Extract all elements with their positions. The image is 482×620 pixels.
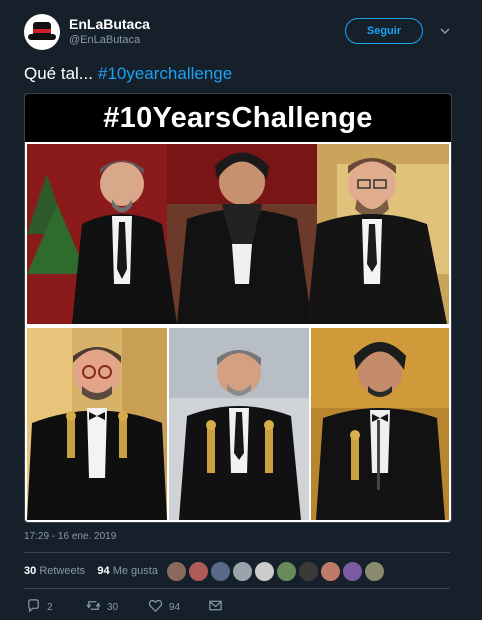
tweet-stats: 30 Retweets 94 Me gusta: [24, 565, 158, 577]
avatar[interactable]: [24, 14, 60, 50]
reply-icon: [26, 598, 41, 616]
tweet-timestamp[interactable]: 17:29 - 16 ene. 2019: [24, 531, 116, 542]
avatar-hat-band: [33, 29, 51, 33]
message-button[interactable]: [208, 598, 223, 616]
likes-count: 94: [97, 565, 110, 577]
tweet-media[interactable]: #10YearsChallenge: [24, 93, 452, 523]
tweet-text: Qué tal... #10yearchallenge: [24, 64, 232, 84]
tweet-actions: 2 30 94: [24, 598, 464, 616]
liker-avatar[interactable]: [298, 561, 319, 582]
liker-avatar[interactable]: [188, 561, 209, 582]
tweet-header: EnLaButaca @EnLaButaca Seguir: [24, 14, 464, 54]
retweet-button[interactable]: 30: [86, 598, 118, 616]
retweets-label: Retweets: [39, 565, 86, 577]
chevron-down-icon[interactable]: [438, 24, 452, 38]
liker-avatar[interactable]: [342, 561, 363, 582]
likes-label: Me gusta: [112, 565, 158, 577]
liker-avatar[interactable]: [320, 561, 341, 582]
award-photo-left: [27, 328, 167, 520]
liker-avatar[interactable]: [254, 561, 275, 582]
reply-button[interactable]: 2: [26, 598, 53, 616]
avatar-hat-brim: [28, 34, 56, 40]
liker-avatar[interactable]: [232, 561, 253, 582]
user-handle[interactable]: @EnLaButaca: [69, 34, 140, 46]
like-button[interactable]: 94: [148, 598, 180, 616]
group-photo: [27, 144, 449, 324]
divider: [24, 552, 450, 553]
retweets-stat[interactable]: 30 Retweets: [24, 565, 85, 577]
retweet-icon: [86, 598, 101, 616]
display-name[interactable]: EnLaButaca: [69, 16, 150, 32]
likes-stat[interactable]: 94 Me gusta: [97, 565, 158, 577]
liker-avatar[interactable]: [276, 561, 297, 582]
divider: [24, 588, 450, 589]
award-photo-right: [311, 328, 449, 520]
follow-button[interactable]: Seguir: [345, 18, 423, 44]
liker-avatar[interactable]: [210, 561, 231, 582]
liker-avatar[interactable]: [166, 561, 187, 582]
reply-count: 2: [47, 601, 53, 613]
tweet-body: Qué tal...: [24, 64, 93, 83]
like-count: 94: [169, 601, 181, 613]
message-icon: [208, 598, 223, 616]
award-photo-middle: [169, 328, 309, 520]
retweet-count: 30: [107, 601, 119, 613]
like-icon: [148, 598, 163, 616]
retweets-count: 30: [24, 565, 37, 577]
hashtag-link[interactable]: #10yearchallenge: [98, 64, 232, 83]
liker-avatar[interactable]: [364, 561, 385, 582]
media-banner-text: #10YearsChallenge: [25, 94, 451, 142]
